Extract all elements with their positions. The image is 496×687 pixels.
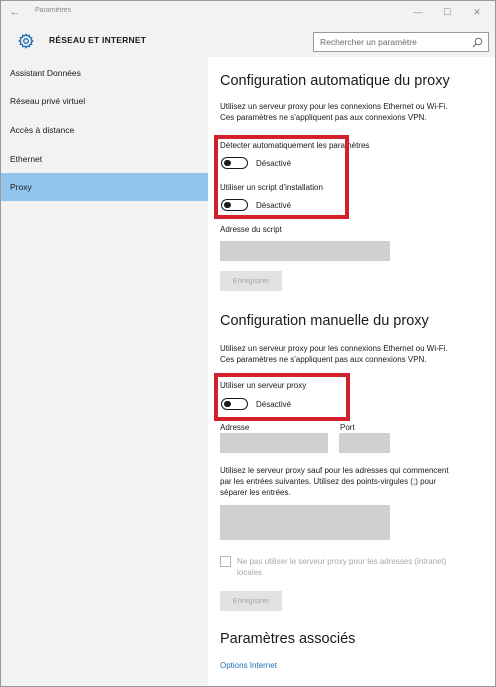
exceptions-field[interactable]: [220, 505, 390, 540]
settings-header: RÉSEAU ET INTERNET Rechercher un paramèt…: [1, 25, 495, 57]
script-address-label: Adresse du script: [220, 225, 282, 234]
script-address-field[interactable]: [220, 241, 390, 261]
sidebar-item-proxy[interactable]: Proxy: [1, 173, 208, 201]
back-arrow-icon[interactable]: ←: [8, 5, 22, 19]
window-title: Paramètres: [35, 7, 72, 14]
address-label: Adresse: [220, 423, 250, 432]
sidebar-item-acces-distance[interactable]: Accès à distance: [1, 116, 208, 144]
internet-options-link[interactable]: Options Internet: [220, 661, 277, 670]
exceptions-text-line1: Utilisez le serveur proxy sauf pour les …: [220, 466, 449, 475]
proxy-port-field[interactable]: [339, 433, 390, 453]
local-addresses-checkbox[interactable]: [220, 556, 231, 567]
highlight-box-manual: [214, 373, 350, 421]
search-placeholder: Rechercher un paramètre: [320, 37, 417, 47]
save-button-manual[interactable]: Enregistrer: [220, 591, 282, 611]
sidebar-item-assistant-donnees[interactable]: Assistant Données: [1, 59, 208, 87]
local-addresses-label-line1: Ne pas utiliser le serveur proxy pour le…: [237, 557, 447, 566]
highlight-box-auto: [214, 135, 349, 219]
auto-proxy-description-line2: Ces paramètres ne s'appliquent pas aux c…: [220, 113, 427, 122]
minimize-button[interactable]: —: [404, 3, 432, 21]
exceptions-text-line2: par les entrées suivantes. Utilisez des …: [220, 477, 437, 486]
manual-proxy-heading: Configuration manuelle du proxy: [220, 313, 429, 329]
gear-icon: [18, 33, 34, 49]
manual-proxy-description-line1: Utilisez un serveur proxy pour les conne…: [220, 344, 448, 353]
sidebar-item-vpn[interactable]: Réseau privé virtuel: [1, 87, 208, 115]
close-button[interactable]: ✕: [463, 3, 491, 21]
sidebar: Assistant Données Réseau privé virtuel A…: [1, 57, 208, 686]
title-bar: ← Paramètres — ☐ ✕: [1, 1, 495, 25]
save-button-auto[interactable]: Enregistrer: [220, 271, 282, 291]
search-icon[interactable]: [472, 37, 483, 48]
proxy-address-field[interactable]: [220, 433, 328, 453]
section-title: RÉSEAU ET INTERNET: [49, 35, 147, 45]
main-content: Configuration automatique du proxy Utili…: [208, 57, 495, 686]
auto-proxy-description-line1: Utilisez un serveur proxy pour les conne…: [220, 102, 448, 111]
auto-proxy-heading: Configuration automatique du proxy: [220, 73, 450, 89]
maximize-button[interactable]: ☐: [433, 3, 461, 21]
manual-proxy-description-line2: Ces paramètres ne s'appliquent pas aux c…: [220, 355, 427, 364]
port-label: Port: [340, 423, 355, 432]
sidebar-item-ethernet[interactable]: Ethernet: [1, 145, 208, 173]
related-settings-heading: Paramètres associés: [220, 631, 356, 647]
search-input[interactable]: Rechercher un paramètre: [313, 32, 489, 52]
exceptions-text-line3: séparer les entrées.: [220, 488, 291, 497]
settings-window: ← Paramètres — ☐ ✕ RÉSEAU ET INTERNET Re…: [0, 0, 496, 687]
local-addresses-label-line2: locales: [237, 568, 262, 577]
